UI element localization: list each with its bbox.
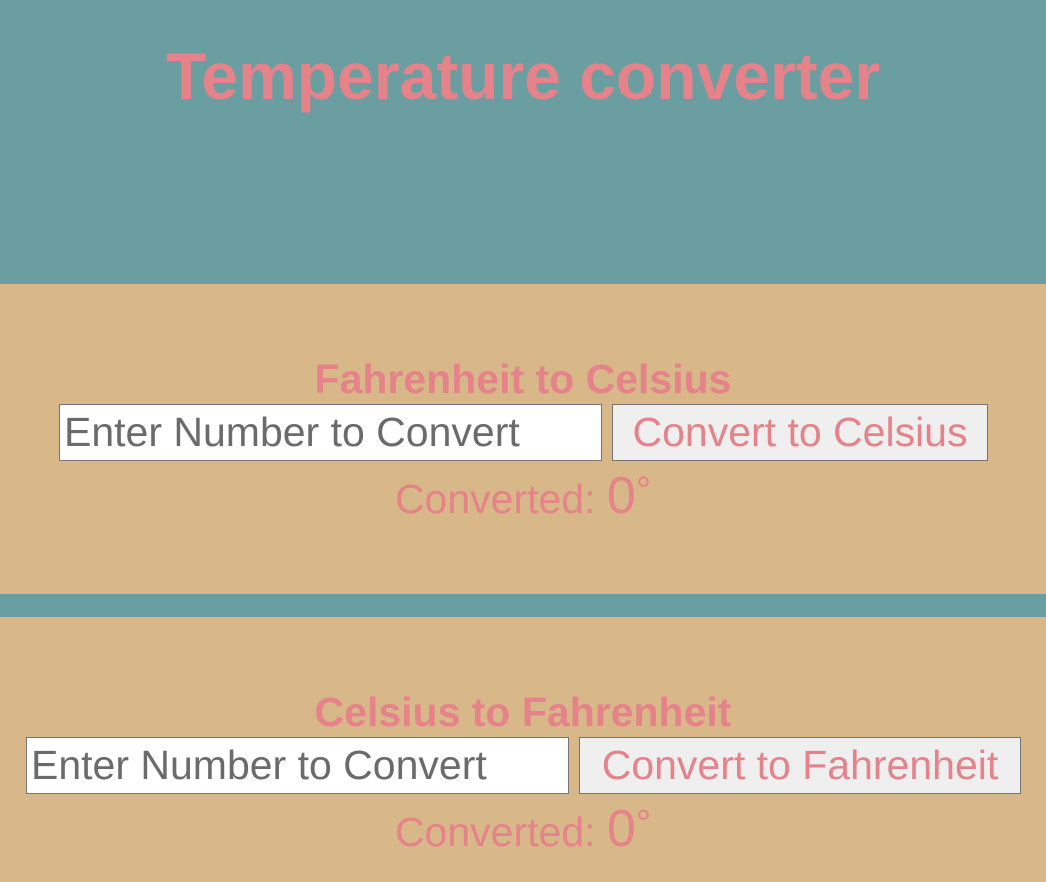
result-label: Converted:	[394, 476, 607, 522]
fahrenheit-input[interactable]	[59, 404, 602, 461]
convert-to-celsius-button[interactable]: Convert to Celsius	[612, 404, 988, 461]
degree-symbol: °	[635, 803, 652, 845]
celsius-result: Converted: 0°	[0, 466, 1046, 529]
convert-to-fahrenheit-button[interactable]: Convert to Fahrenheit	[579, 737, 1021, 794]
result-value: 0	[606, 800, 636, 858]
section-heading: Celsius to Fahrenheit	[314, 689, 732, 735]
page-header: Temperature converter	[0, 0, 1046, 284]
result-value: 0	[606, 467, 636, 525]
result-label: Converted:	[394, 809, 607, 855]
section-heading: Fahrenheit to Celsius	[314, 356, 732, 402]
fahrenheit-to-celsius-section: Fahrenheit to Celsius Convert to Celsius…	[0, 284, 1046, 594]
celsius-to-fahrenheit-section: Celsius to Fahrenheit Convert to Fahrenh…	[0, 617, 1046, 882]
celsius-input[interactable]	[26, 737, 569, 794]
fahrenheit-result: Converted: 0°	[0, 799, 1046, 862]
degree-symbol: °	[635, 470, 652, 512]
page-title: Temperature converter	[165, 39, 881, 113]
